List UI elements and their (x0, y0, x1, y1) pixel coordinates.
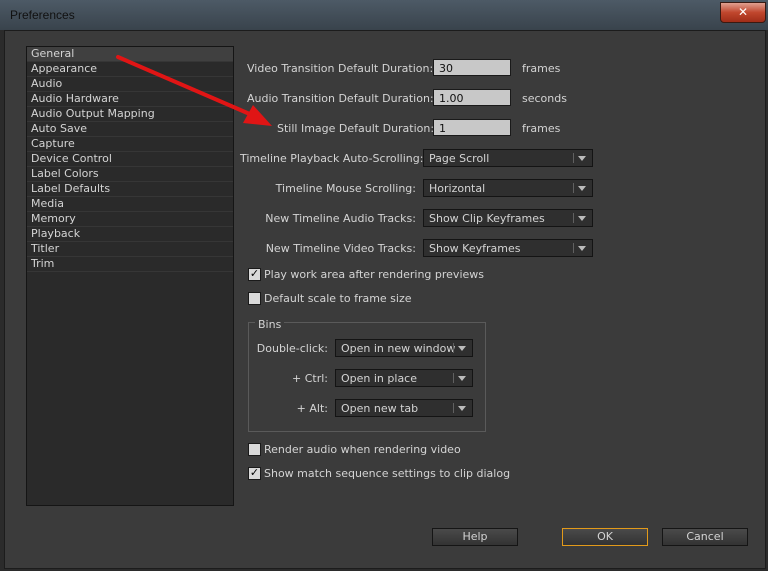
video-tracks-dropdown[interactable]: Show Keyframes (423, 239, 593, 257)
still-image-label: Still Image Default Duration: (277, 122, 435, 135)
ok-button[interactable]: OK (562, 528, 648, 546)
play-work-area-checkbox[interactable]: ✓ (248, 268, 261, 281)
close-button[interactable]: ✕ (720, 2, 766, 23)
sidebar-item-device-control[interactable]: Device Control (27, 152, 233, 167)
chevron-down-icon (578, 216, 586, 221)
chevron-down-icon (578, 156, 586, 161)
dropdown-separator (453, 373, 454, 383)
mouse-scrolling-label: Timeline Mouse Scrolling: (275, 182, 416, 195)
bins-ctrl-label: + Ctrl: (292, 372, 328, 385)
sidebar-item-auto-save[interactable]: Auto Save (27, 122, 233, 137)
bins-alt-dropdown[interactable]: Open new tab (335, 399, 473, 417)
mouse-scrolling-value: Horizontal (429, 182, 486, 195)
audio-transition-unit: seconds (522, 92, 567, 105)
dropdown-separator (573, 183, 574, 193)
default-scale-checkbox[interactable] (248, 292, 261, 305)
bins-double-click-value: Open in new window (341, 342, 456, 355)
show-match-checkbox[interactable]: ✓ (248, 467, 261, 480)
default-scale-label: Default scale to frame size (264, 292, 412, 305)
still-image-unit: frames (522, 122, 561, 135)
bins-ctrl-value: Open in place (341, 372, 417, 385)
dropdown-separator (453, 343, 454, 353)
sidebar-item-label-colors[interactable]: Label Colors (27, 167, 233, 182)
cancel-button[interactable]: Cancel (662, 528, 748, 546)
mouse-scrolling-dropdown[interactable]: Horizontal (423, 179, 593, 197)
bins-double-click-dropdown[interactable]: Open in new window (335, 339, 473, 357)
sidebar-item-trim[interactable]: Trim (27, 257, 233, 272)
video-transition-unit: frames (522, 62, 561, 75)
chevron-down-icon (458, 346, 466, 351)
video-tracks-label: New Timeline Video Tracks: (265, 242, 416, 255)
sidebar-item-playback[interactable]: Playback (27, 227, 233, 242)
autoscroll-value: Page Scroll (429, 152, 490, 165)
bins-alt-value: Open new tab (341, 402, 419, 415)
dropdown-separator (573, 243, 574, 253)
sidebar-item-titler[interactable]: Titler (27, 242, 233, 257)
window-title: Preferences (10, 8, 75, 22)
play-work-area-label: Play work area after rendering previews (264, 268, 484, 281)
audio-tracks-value: Show Clip Keyframes (429, 212, 545, 225)
sidebar-item-audio-hardware[interactable]: Audio Hardware (27, 92, 233, 107)
title-bar: Preferences ✕ (0, 0, 768, 30)
audio-transition-input[interactable]: 1.00 (433, 89, 511, 106)
sidebar-item-audio[interactable]: Audio (27, 77, 233, 92)
chevron-down-icon (458, 406, 466, 411)
show-match-label: Show match sequence settings to clip dia… (264, 467, 511, 480)
sidebar-item-media[interactable]: Media (27, 197, 233, 212)
sidebar-item-memory[interactable]: Memory (27, 212, 233, 227)
render-audio-label: Render audio when rendering video (264, 443, 461, 456)
preferences-category-list[interactable]: General Appearance Audio Audio Hardware Audi… (26, 46, 234, 506)
audio-tracks-label: New Timeline Audio Tracks: (265, 212, 416, 225)
chevron-down-icon (578, 246, 586, 251)
render-audio-checkbox[interactable] (248, 443, 261, 456)
bins-ctrl-dropdown[interactable]: Open in place (335, 369, 473, 387)
sidebar-item-audio-output-mapping[interactable]: Audio Output Mapping (27, 107, 233, 122)
video-transition-label: Video Transition Default Duration: (247, 62, 434, 75)
sidebar-item-appearance[interactable]: Appearance (27, 62, 233, 77)
chevron-down-icon (578, 186, 586, 191)
autoscroll-label: Timeline Playback Auto-Scrolling: (240, 152, 424, 165)
bins-double-click-label: Double-click: (256, 342, 328, 355)
chevron-down-icon (458, 376, 466, 381)
video-transition-input[interactable]: 30 (433, 59, 511, 76)
help-button[interactable]: Help (432, 528, 518, 546)
sidebar-item-label-defaults[interactable]: Label Defaults (27, 182, 233, 197)
still-image-input[interactable]: 1 (433, 119, 511, 136)
autoscroll-dropdown[interactable]: Page Scroll (423, 149, 593, 167)
sidebar-item-capture[interactable]: Capture (27, 137, 233, 152)
video-tracks-value: Show Keyframes (429, 242, 521, 255)
sidebar-item-general[interactable]: General (27, 47, 233, 62)
bins-group-title: Bins (255, 318, 285, 331)
dropdown-separator (573, 213, 574, 223)
dropdown-separator (573, 153, 574, 163)
audio-tracks-dropdown[interactable]: Show Clip Keyframes (423, 209, 593, 227)
dropdown-separator (453, 403, 454, 413)
bins-alt-label: + Alt: (296, 402, 328, 415)
audio-transition-label: Audio Transition Default Duration: (247, 92, 434, 105)
